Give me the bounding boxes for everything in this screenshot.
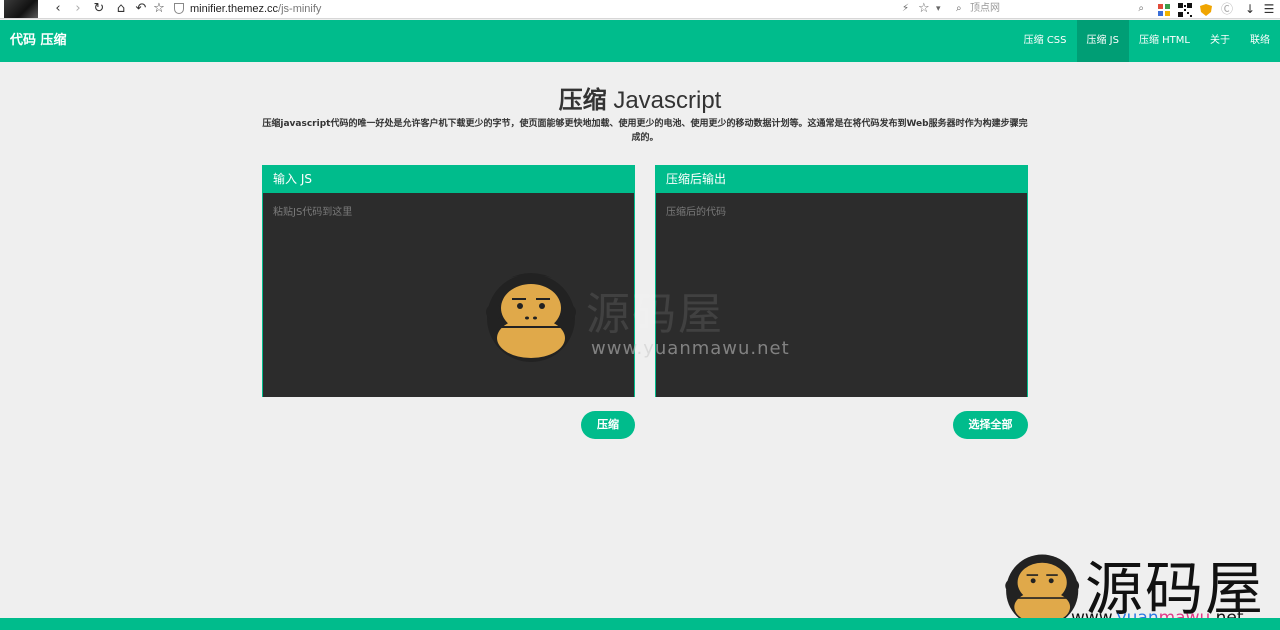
shield-icon (174, 3, 184, 14)
favorite-star-icon[interactable]: ☆ (918, 1, 930, 17)
search-icon: ⌕ (956, 3, 962, 14)
page-title-cn: 压缩 (558, 87, 607, 114)
profile-thumbnail[interactable] (4, 0, 38, 18)
home-icon[interactable]: ⌂ (113, 1, 129, 17)
center-watermark: 源码屋 www.yuanmawu.net (486, 266, 806, 366)
select-all-button[interactable]: 选择全部 (953, 411, 1028, 439)
site-brand[interactable]: 代码 压缩 (10, 20, 67, 62)
address-bar[interactable]: minifier.themez.cc/js-minify ⚡ ☆ ▾ (172, 1, 948, 17)
chevron-down-icon[interactable]: ▾ (936, 1, 941, 17)
back-icon[interactable]: ‹ (50, 1, 66, 17)
input-panel-title: 输入 JS (263, 166, 634, 193)
search-placeholder: 顶点网 (970, 3, 1000, 14)
main-menu: 压缩 CSS 压缩 JS 压缩 HTML 关于 联络 (1014, 20, 1280, 62)
download-icon[interactable]: ↓ (1243, 2, 1257, 16)
menu-item-js[interactable]: 压缩 JS (1076, 20, 1129, 62)
qr-code-icon[interactable] (1178, 2, 1192, 17)
output-panel-title: 压缩后输出 (656, 166, 1027, 193)
reload-icon[interactable]: ↻ (91, 1, 107, 17)
page-title: 压缩 Javascript (0, 80, 1280, 115)
undo-icon[interactable]: ↶ (133, 1, 149, 17)
bookmark-star-icon[interactable]: ☆ (151, 1, 167, 17)
menu-item-contact[interactable]: 联络 (1240, 20, 1280, 62)
translate-icon[interactable]: Ⓒ (1220, 2, 1234, 16)
site-navbar: 代码 压缩 压缩 CSS 压缩 JS 压缩 HTML 关于 联络 (0, 20, 1280, 62)
address-url: minifier.themez.cc/js-minify (190, 3, 322, 15)
search-go-icon[interactable]: ⌕ (1138, 1, 1144, 17)
shield-extension-icon[interactable] (1199, 2, 1213, 16)
page-title-en: Javascript (613, 87, 722, 114)
forward-icon[interactable]: › (70, 1, 86, 17)
watermark-en-text: www.yuanmawu.net (591, 338, 790, 359)
browser-toolbar: ‹ › ↻ ⌂ ↶ ☆ minifier.themez.cc/js-minify… (0, 0, 1280, 19)
menu-item-css[interactable]: 压缩 CSS (1014, 20, 1077, 62)
lightning-icon[interactable]: ⚡ (902, 1, 909, 17)
page-description: 压缩javascript代码的唯一好处是允许客户机下载更少的字节，使页面能够更快… (262, 119, 1028, 143)
apps-grid-icon[interactable] (1157, 2, 1171, 16)
footer-strip (0, 618, 1280, 630)
monkey-logo-icon (486, 273, 576, 362)
menu-item-about[interactable]: 关于 (1200, 20, 1240, 62)
menu-item-html[interactable]: 压缩 HTML (1129, 20, 1200, 62)
watermark-cn-text: 源码屋 (586, 289, 724, 340)
minify-button[interactable]: 压缩 (581, 411, 635, 439)
browser-search-box[interactable]: ⌕ 顶点网 ⌕ (952, 1, 1148, 17)
menu-icon[interactable]: ☰ (1262, 2, 1276, 16)
